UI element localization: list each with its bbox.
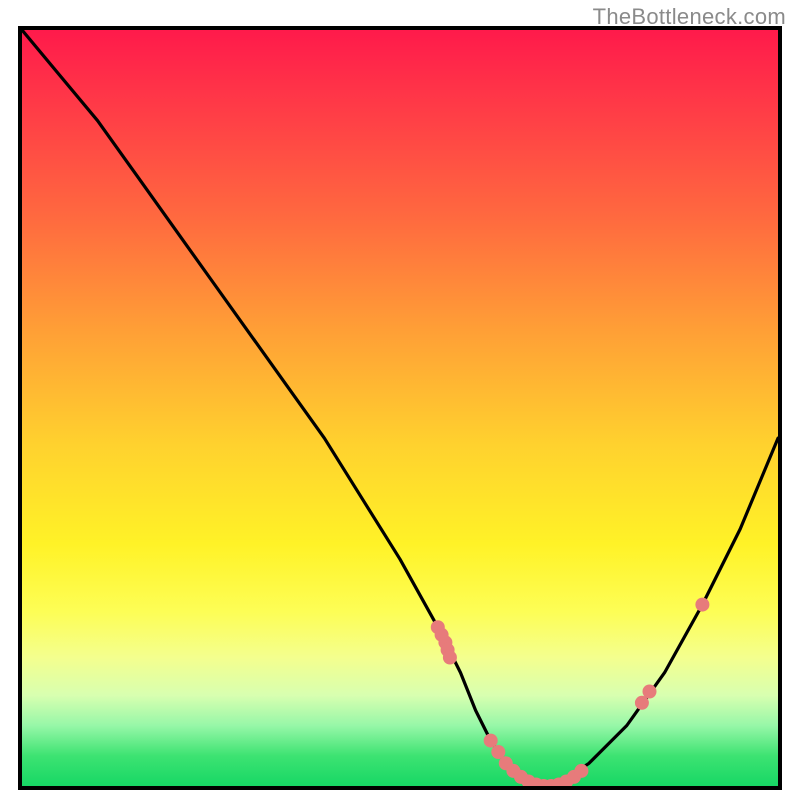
marker-point <box>695 598 709 612</box>
marker-layer <box>431 598 710 786</box>
curve-layer <box>22 30 778 786</box>
marker-point <box>574 764 588 778</box>
marker-point <box>484 734 498 748</box>
marker-point <box>443 651 457 665</box>
bottleneck-curve <box>22 30 778 786</box>
chart-stage: TheBottleneck.com <box>0 0 800 800</box>
marker-point <box>643 685 657 699</box>
chart-frame <box>18 26 782 790</box>
chart-svg <box>22 30 778 786</box>
